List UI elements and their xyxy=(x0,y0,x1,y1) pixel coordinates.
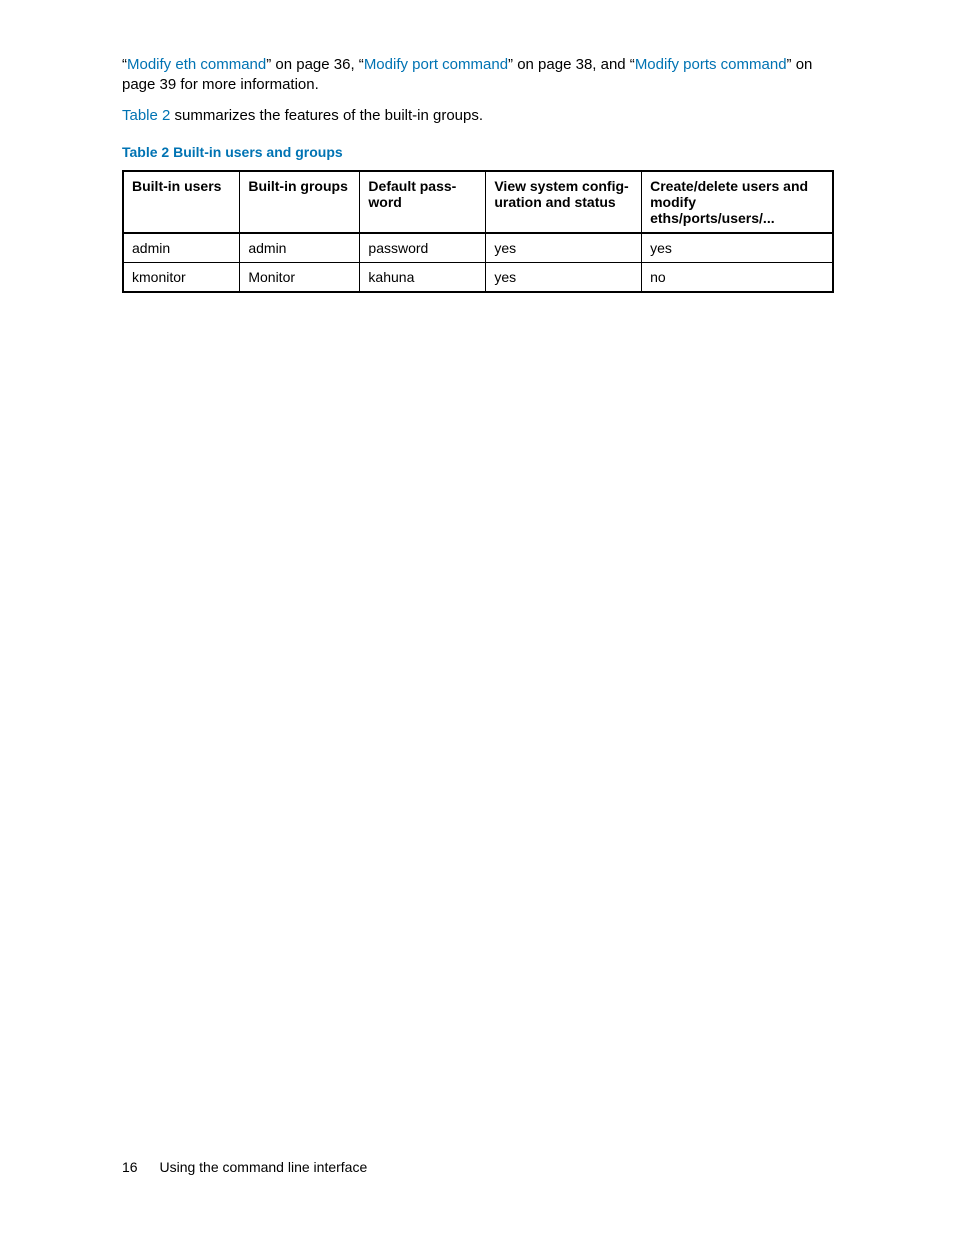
table-cell: admin xyxy=(123,233,240,263)
table-header-row: Built-in users Built-in groups Default p… xyxy=(123,171,833,233)
table-cell: admin xyxy=(240,233,360,263)
table-header: Create/delete users and modify eths/port… xyxy=(642,171,833,233)
section-title: Using the command line interface xyxy=(159,1159,367,1175)
table-caption: Table 2 Built-in users and groups xyxy=(122,144,844,160)
table-header: Default pass­word xyxy=(360,171,486,233)
link-modify-port[interactable]: Modify port command xyxy=(364,56,508,73)
table-row: admin admin password yes yes xyxy=(123,233,833,263)
intro-paragraph: “Modify eth command” on page 36, “Modify… xyxy=(122,55,844,96)
page-number: 16 xyxy=(122,1159,138,1175)
table-cell: yes xyxy=(486,262,642,292)
summary-paragraph: Table 2 summarizes the features of the b… xyxy=(122,106,844,126)
text: summarizes the features of the built-in … xyxy=(170,107,483,124)
table-cell: yes xyxy=(486,233,642,263)
table-cell: no xyxy=(642,262,833,292)
table-header: Built-in groups xyxy=(240,171,360,233)
link-modify-eth[interactable]: Modify eth command xyxy=(127,56,266,73)
table-cell: kmonitor xyxy=(123,262,240,292)
table-cell: kahuna xyxy=(360,262,486,292)
page-content: “Modify eth command” on page 36, “Modify… xyxy=(0,0,954,1235)
table-cell: password xyxy=(360,233,486,263)
text: ” on page 36, “ xyxy=(266,56,364,73)
table-row: kmonitor Monitor kahuna yes no xyxy=(123,262,833,292)
table-cell: Monitor xyxy=(240,262,360,292)
page-footer: 16 Using the command line interface xyxy=(122,1159,367,1175)
table-header: View system config­uration and status xyxy=(486,171,642,233)
builtin-users-table: Built-in users Built-in groups Default p… xyxy=(122,170,834,293)
table-cell: yes xyxy=(642,233,833,263)
text: ” on page 38, and “ xyxy=(508,56,635,73)
link-modify-ports[interactable]: Modify ports command xyxy=(635,56,787,73)
link-table-2[interactable]: Table 2 xyxy=(122,107,170,124)
table-header: Built-in users xyxy=(123,171,240,233)
